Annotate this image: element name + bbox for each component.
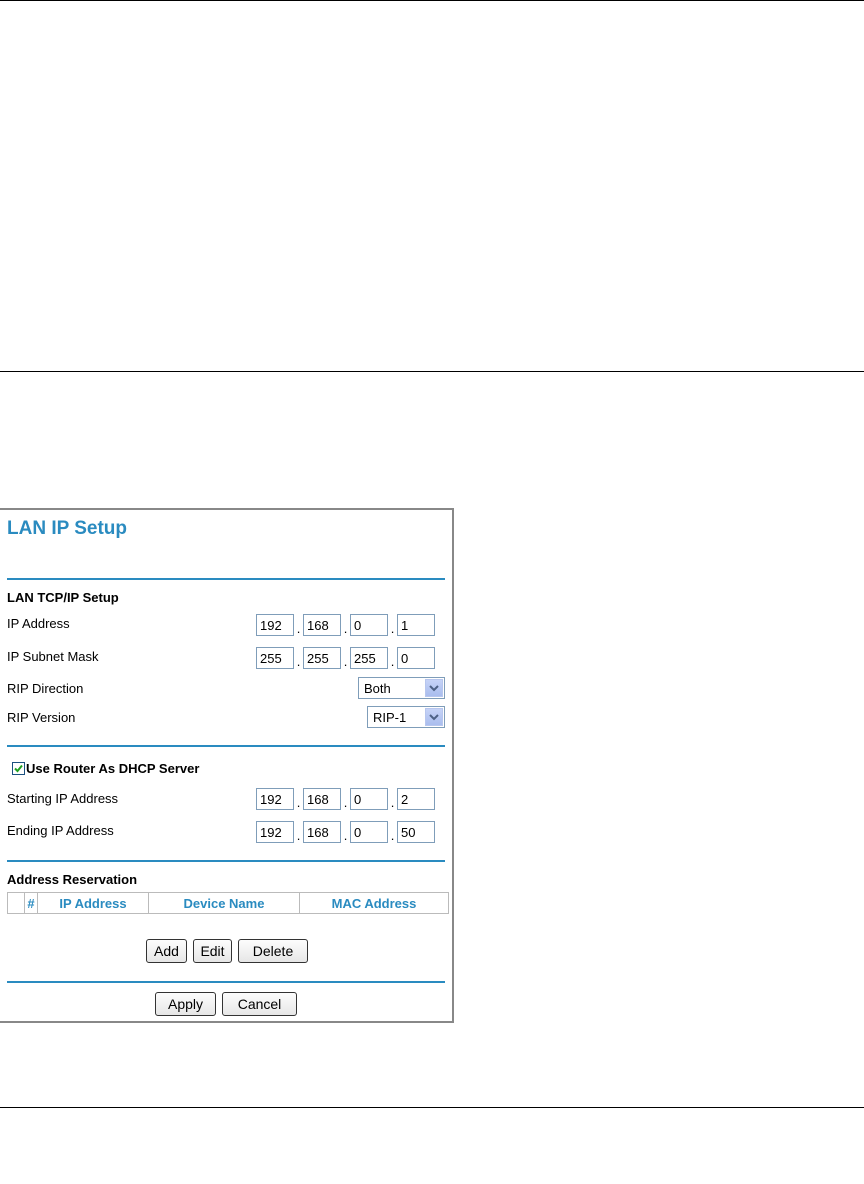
ip-address-column-header: IP Address (37, 892, 149, 914)
subnet-mask-label: IP Subnet Mask (7, 649, 99, 664)
mask-octet-1[interactable] (256, 647, 294, 669)
subnet-mask-group: . . . (256, 647, 435, 669)
start-octet-2[interactable] (303, 788, 341, 810)
rip-version-select[interactable]: RIP-1 (367, 706, 445, 728)
ip-octet-3[interactable] (350, 614, 388, 636)
address-reservation-heading: Address Reservation (7, 872, 138, 887)
bottom-rule (0, 1107, 864, 1108)
number-column-header: # (24, 892, 38, 914)
ending-ip-group: . . . (256, 821, 435, 843)
rip-direction-label: RIP Direction (7, 681, 84, 696)
delete-button[interactable]: Delete (238, 939, 308, 963)
starting-ip-label: Starting IP Address (7, 791, 119, 806)
rip-version-label: RIP Version (7, 710, 76, 725)
ip-octet-2[interactable] (303, 614, 341, 636)
table-header-row: # IP Address Device Name MAC Address (7, 892, 449, 914)
dhcp-checkbox-label: Use Router As DHCP Server (26, 761, 200, 776)
start-octet-4[interactable] (397, 788, 435, 810)
add-button[interactable]: Add (146, 939, 187, 963)
rip-direction-select[interactable]: Both (358, 677, 445, 699)
mac-address-column-header: MAC Address (299, 892, 449, 914)
rip-version-value: RIP-1 (373, 709, 407, 725)
top-rule (0, 0, 864, 1)
cancel-button[interactable]: Cancel (222, 992, 297, 1016)
ending-ip-label: Ending IP Address (7, 823, 114, 838)
chevron-down-icon[interactable] (425, 708, 443, 726)
end-octet-3[interactable] (350, 821, 388, 843)
separator (7, 745, 445, 747)
device-name-column-header: Device Name (148, 892, 300, 914)
apply-button[interactable]: Apply (155, 992, 216, 1016)
separator (7, 860, 445, 862)
select-column-header (7, 892, 25, 914)
mask-octet-3[interactable] (350, 647, 388, 669)
end-octet-4[interactable] (397, 821, 435, 843)
starting-ip-group: . . . (256, 788, 435, 810)
mask-octet-2[interactable] (303, 647, 341, 669)
separator (7, 578, 445, 580)
ip-address-group: . . . (256, 614, 435, 636)
start-octet-1[interactable] (256, 788, 294, 810)
start-octet-3[interactable] (350, 788, 388, 810)
page-title: LAN IP Setup (7, 518, 127, 539)
dhcp-server-checkbox[interactable] (12, 762, 25, 775)
middle-rule (0, 371, 864, 372)
mask-octet-4[interactable] (397, 647, 435, 669)
check-icon (14, 764, 23, 773)
chevron-down-icon[interactable] (425, 679, 443, 697)
ip-octet-4[interactable] (397, 614, 435, 636)
reservation-table: # IP Address Device Name MAC Address (7, 892, 449, 914)
edit-button[interactable]: Edit (193, 939, 232, 963)
lan-section-heading: LAN TCP/IP Setup (7, 590, 119, 605)
lan-ip-setup-panel: LAN IP Setup LAN TCP/IP Setup IP Address… (0, 508, 454, 1023)
ip-address-label: IP Address (7, 616, 70, 631)
end-octet-1[interactable] (256, 821, 294, 843)
separator (7, 981, 445, 983)
rip-direction-value: Both (364, 680, 391, 696)
ip-octet-1[interactable] (256, 614, 294, 636)
end-octet-2[interactable] (303, 821, 341, 843)
